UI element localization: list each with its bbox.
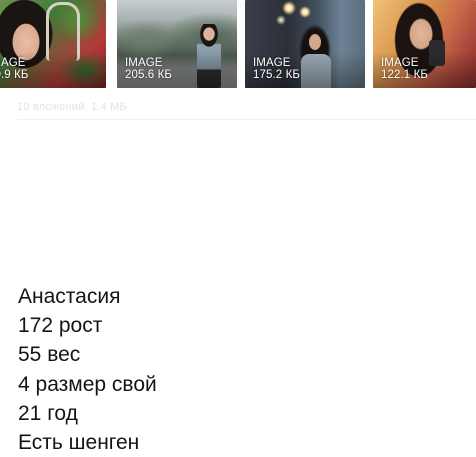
message-line: 55 вес — [18, 343, 81, 367]
attachment-thumbnail[interactable]: IMAGE 122.1 КБ — [373, 0, 476, 88]
attachment-size-label: 205.6 КБ — [125, 69, 173, 81]
attachment-thumbnail[interactable]: IMAGE 70.9 КБ — [0, 0, 106, 88]
attachments-strip: IMAGE 70.9 КБ IMAGE 205.6 КБ IMAGE 175.2… — [0, 0, 476, 88]
message-line: 4 размер свой — [18, 372, 157, 396]
photo-detail — [309, 34, 321, 50]
attachment-size-label: 122.1 КБ — [381, 69, 429, 81]
attachment-type-label: IMAGE — [125, 57, 163, 69]
attachment-thumbnail[interactable]: IMAGE 175.2 КБ — [245, 0, 365, 88]
attachment-thumbnail[interactable]: IMAGE 205.6 КБ — [117, 0, 237, 88]
attachment-type-label: IMAGE — [0, 57, 26, 69]
attachment-type-label: IMAGE — [253, 57, 291, 69]
message-line: Анастасия — [18, 285, 121, 308]
message-line: Есть шенген — [18, 431, 140, 455]
attachments-summary[interactable]: 10 вложений, 1.4 МБ — [17, 100, 127, 114]
attachment-size-label: 70.9 КБ — [0, 69, 29, 81]
attachment-type-label: IMAGE — [381, 57, 419, 69]
message-line: 172 рост — [18, 314, 103, 338]
attachment-size-label: 175.2 КБ — [253, 69, 301, 81]
message-line: 21 год — [18, 401, 78, 425]
divider — [17, 119, 476, 120]
message-body: Анастасия 172 рост 55 вес 4 размер свой … — [18, 282, 458, 457]
